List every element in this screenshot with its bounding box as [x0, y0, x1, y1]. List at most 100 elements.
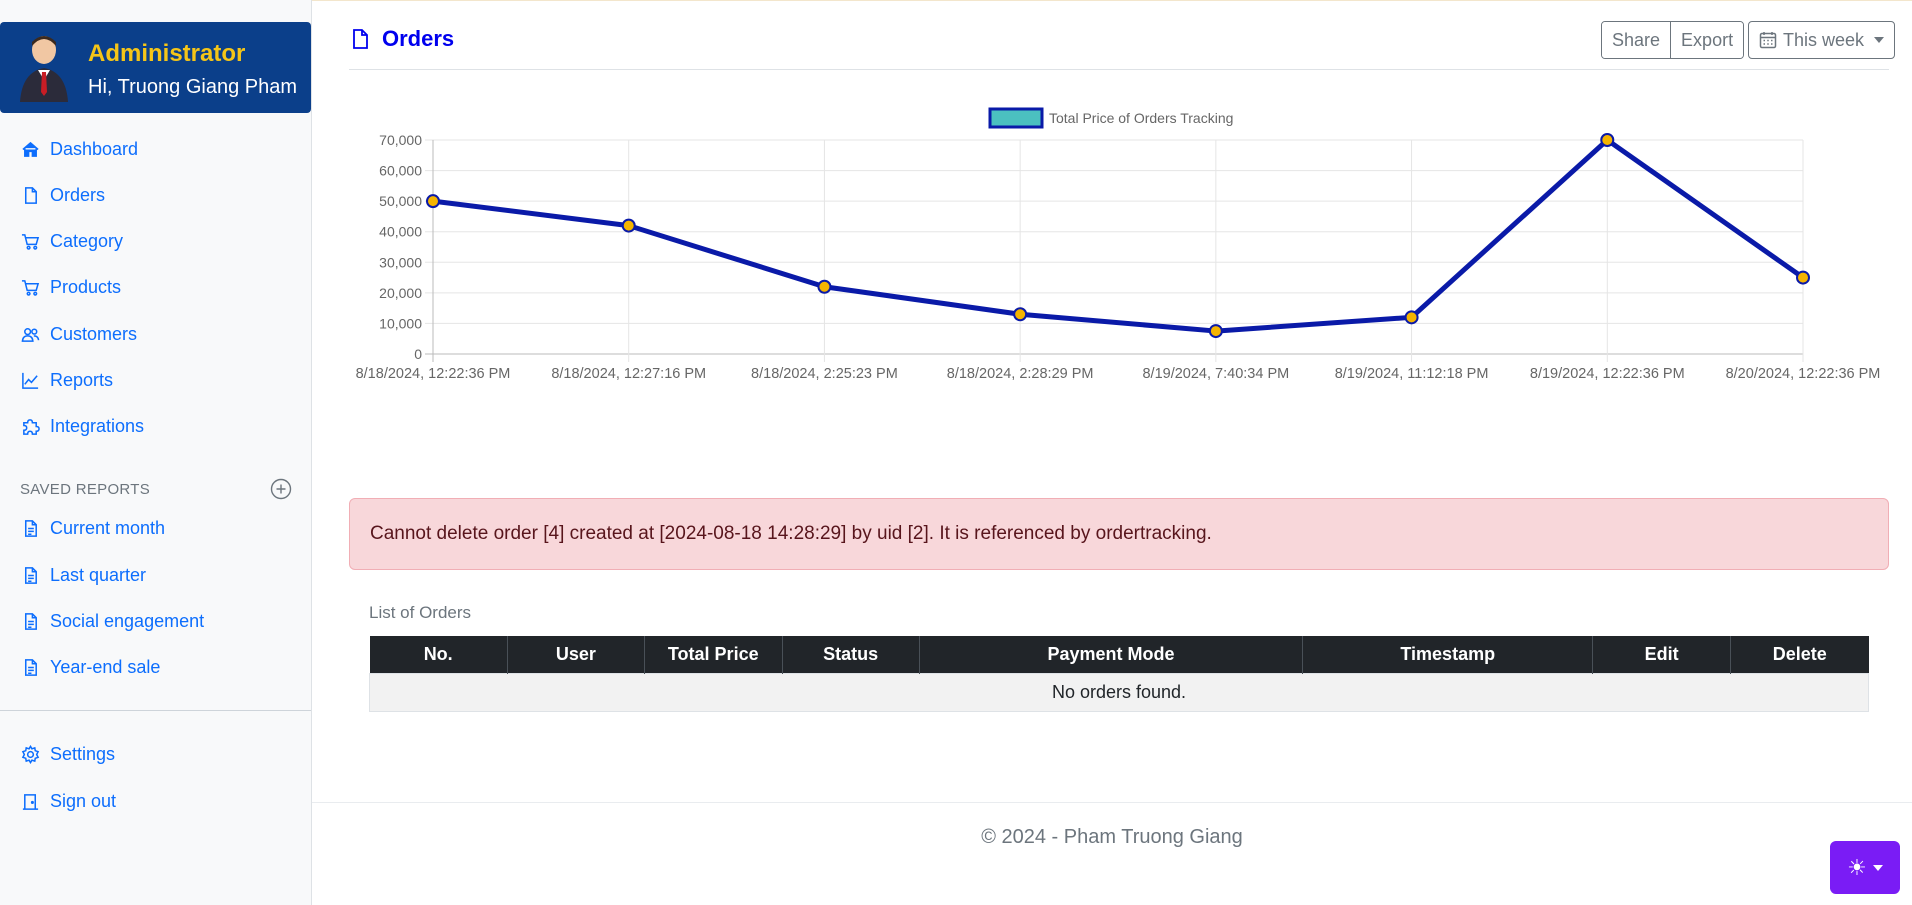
page-title: Orders — [382, 26, 455, 51]
x-tick-label: 8/18/2024, 2:28:29 PM — [947, 366, 1094, 382]
theme-toggle-button[interactable]: ☀ — [1830, 841, 1900, 894]
sidebar-item-label: Integrations — [50, 415, 145, 436]
sidebar-item-settings[interactable]: Settings — [20, 739, 115, 769]
column-header: No. — [369, 636, 508, 673]
profile-role: Administrator — [88, 40, 246, 67]
saved-report-label: Year-end sale — [50, 656, 161, 677]
footer-divider — [312, 802, 1912, 803]
sidebar-item-label: Category — [50, 230, 124, 251]
saved-report-label: Social engagement — [50, 610, 205, 631]
saved-report-label: Current month — [50, 517, 166, 538]
y-tick-label: 20,000 — [379, 285, 422, 301]
column-header: Status — [782, 636, 920, 673]
x-tick-label: 8/19/2024, 7:40:34 PM — [1142, 366, 1289, 382]
calendar-icon — [1759, 32, 1777, 49]
sidebar-item-customers[interactable]: Customers — [20, 319, 137, 349]
column-header: User — [507, 636, 645, 673]
x-tick-label: 8/18/2024, 2:25:23 PM — [751, 366, 898, 382]
data-point — [621, 218, 636, 233]
users-icon — [20, 324, 40, 344]
sidebar-item-label: Dashboard — [50, 138, 139, 159]
saved-report-social-engagement[interactable]: Social engagement — [20, 606, 204, 636]
column-header: Total Price — [644, 636, 783, 673]
gear-icon — [20, 744, 40, 764]
column-header: Delete — [1730, 636, 1869, 673]
y-tick-label: 40,000 — [379, 224, 422, 240]
saved-report-year-end-sale[interactable]: Year-end sale — [20, 652, 160, 682]
sun-icon: ☀ — [1847, 854, 1867, 880]
file-icon — [20, 185, 40, 205]
file-text-icon — [20, 518, 40, 538]
orders-line-chart: 0 10,000 20,000 30,000 40,000 50,000 60,000 70,… — [356, 107, 1881, 382]
sidebar-item-label: Customers — [50, 323, 138, 344]
chart-x-ticks: 8/18/2024, 12:22:36 PM 8/18/2024, 12:27:1… — [356, 366, 1881, 382]
x-tick-label: 8/19/2024, 12:22:36 PM — [1530, 366, 1685, 382]
avatar — [20, 36, 68, 102]
sidebar-item-category[interactable]: Category — [20, 226, 123, 256]
sidebar-item-orders[interactable]: Orders — [20, 180, 105, 210]
y-tick-label: 50,000 — [379, 193, 422, 209]
data-point — [817, 279, 832, 294]
legend-swatch — [988, 107, 1044, 129]
file-text-icon — [20, 657, 40, 677]
saved-report-current-month[interactable]: Current month — [20, 513, 165, 543]
profile-greeting: Hi, Truong Giang Pham — [88, 76, 297, 98]
x-tick-label: 8/19/2024, 11:12:18 PM — [1335, 366, 1489, 382]
chart-line-icon — [20, 370, 40, 390]
cart-icon — [20, 277, 40, 297]
file-icon — [353, 29, 368, 49]
file-text-icon — [20, 565, 40, 585]
date-range-dropdown[interactable]: This week — [1748, 21, 1896, 59]
series-line — [432, 137, 1805, 334]
chart-y-ticks: 0 10,000 20,000 30,000 40,000 50,000 60,000 70,… — [379, 132, 422, 362]
chevron-down-icon — [1874, 37, 1885, 43]
data-point — [426, 194, 440, 209]
data-point — [1013, 307, 1028, 322]
page-header: Orders — [350, 26, 454, 52]
x-tick-label: 8/18/2024, 12:27:16 PM — [551, 366, 706, 382]
sidebar-item-sign-out[interactable]: Sign out — [20, 786, 116, 816]
chevron-down-icon — [1872, 864, 1883, 871]
sidebar-item-label: Orders — [50, 184, 106, 205]
x-tick-label: 8/20/2024, 12:22:36 PM — [1726, 366, 1881, 382]
puzzle-icon — [20, 416, 40, 436]
data-point — [1796, 270, 1810, 285]
y-tick-label: 0 — [414, 346, 422, 362]
saved-report-last-quarter[interactable]: Last quarter — [20, 560, 146, 590]
y-tick-label: 60,000 — [379, 163, 422, 179]
y-tick-label: 10,000 — [379, 315, 422, 331]
home-icon — [20, 139, 40, 159]
orders-table: No. User Total Price Status Payment Mode… — [369, 636, 1869, 712]
sidebar-item-label: Reports — [50, 369, 114, 390]
data-point — [1208, 324, 1223, 339]
sidebar-item-products[interactable]: Products — [20, 272, 121, 302]
chart-grid — [425, 139, 1804, 362]
table-row: No orders found. — [369, 672, 1869, 712]
data-point — [1600, 133, 1615, 147]
sidebar: Administrator Hi, Truong Giang Pham Dash… — [0, 0, 312, 905]
table-header-row: No. User Total Price Status Payment Mode… — [369, 636, 1869, 673]
sidebar-item-reports[interactable]: Reports — [20, 365, 113, 395]
sidebar-item-label: Products — [50, 276, 122, 297]
column-header: Edit — [1592, 636, 1732, 673]
error-alert: Cannot delete order [4] created at [2024… — [349, 498, 1889, 570]
sidebar-item-label: Settings — [50, 743, 116, 764]
column-header: Payment Mode — [919, 636, 1304, 673]
cart-icon — [20, 231, 40, 251]
saved-reports-heading: SAVED REPORTS — [20, 481, 151, 498]
chart-series — [426, 133, 1810, 339]
sidebar-item-dashboard[interactable]: Dashboard — [20, 134, 138, 164]
door-icon — [20, 791, 40, 811]
add-report-icon[interactable] — [270, 478, 292, 500]
table-caption: List of Orders — [369, 603, 472, 622]
header-divider — [349, 69, 1889, 70]
sidebar-item-integrations[interactable]: Integrations — [20, 411, 144, 441]
export-button[interactable]: Export — [1670, 22, 1744, 58]
legend-label: Total Price of Orders Tracking — [1049, 110, 1233, 126]
date-range-label: This week — [1783, 29, 1865, 50]
alert-message: Cannot delete order [4] created at [2024… — [370, 523, 1212, 544]
sidebar-item-label: Sign out — [50, 790, 117, 811]
share-button[interactable]: Share — [1602, 22, 1671, 58]
sidebar-divider — [0, 710, 311, 711]
empty-message: No orders found. — [369, 672, 1869, 712]
